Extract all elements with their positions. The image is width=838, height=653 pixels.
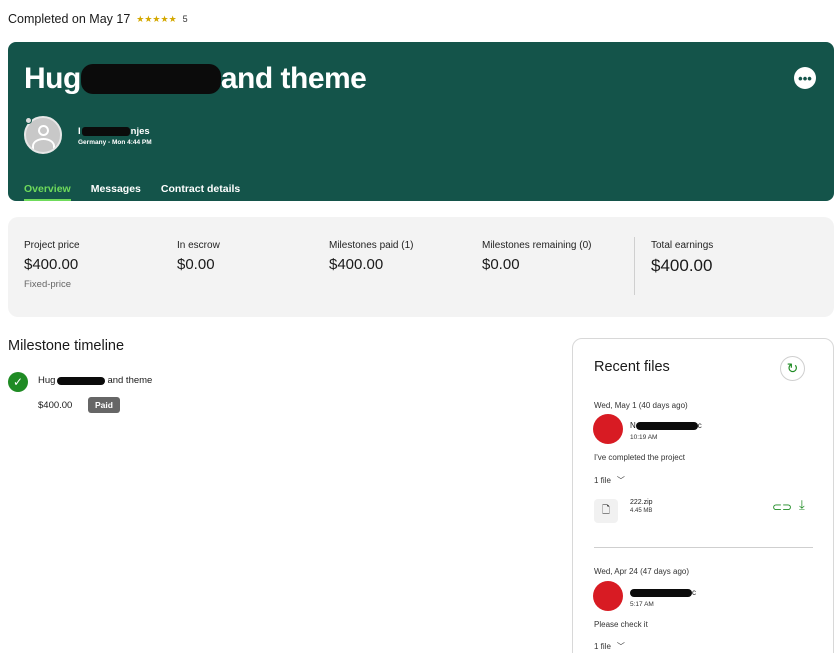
stat-value: $400.00 [651, 256, 713, 275]
file-entry-date: Wed, May 1 (40 days ago) [594, 401, 688, 410]
recent-files-panel: Recent files ↻ Wed, May 1 (40 days ago) … [572, 338, 834, 653]
file-count-toggle[interactable]: 1 file ﹀ [594, 475, 625, 486]
sender-name-suffix: c [692, 588, 696, 597]
sender-avatar [593, 414, 623, 444]
sender-name-suffix: c [697, 421, 702, 430]
file-size: 4.45 MB [630, 508, 653, 514]
client-name-prefix: I [78, 126, 81, 137]
stat-value: $400.00 [24, 256, 79, 273]
stat-total-earnings: Total earnings $400.00 [651, 240, 713, 276]
file-name[interactable]: 222.zip [630, 499, 653, 506]
stat-value: $400.00 [329, 256, 384, 273]
stat-value: $0.00 [177, 256, 215, 273]
stat-in-escrow: In escrow $0.00 [177, 240, 220, 273]
redacted-text [630, 588, 692, 597]
more-options-button[interactable]: ••• [794, 67, 816, 89]
milestone-name[interactable]: Hug and theme [38, 375, 152, 386]
stat-label: In escrow [177, 240, 220, 251]
contract-title-prefix: Hug [24, 62, 81, 95]
message-time: 5:17 AM [630, 601, 654, 608]
completion-status: Completed on May 17 ★★★★★ 5 [8, 12, 188, 26]
download-icon[interactable]: ⤓ [799, 497, 805, 513]
milestone-name-prefix: Hug [38, 375, 56, 386]
message-text: I've completed the project [594, 453, 685, 462]
ellipsis-icon: ••• [798, 70, 812, 86]
stat-subtext: Fixed-price [24, 279, 71, 290]
checkmark-icon: ✓ [8, 372, 28, 392]
sender-avatar [593, 581, 623, 611]
rating-value: 5 [182, 14, 188, 24]
contract-title-suffix: and theme [220, 62, 367, 95]
status-badge: Paid [88, 397, 120, 413]
file-entry-date: Wed, Apr 24 (47 days ago) [594, 567, 690, 576]
tab-overview[interactable]: Overview [24, 183, 71, 201]
contract-tabs: Overview Messages Contract details [24, 183, 240, 201]
milestone-name-suffix: and theme [107, 375, 153, 386]
redacted-text [57, 376, 106, 385]
stat-label: Milestones paid (1) [329, 240, 414, 251]
stat-divider [634, 237, 635, 295]
user-silhouette-head-icon [38, 125, 49, 136]
file-count-toggle[interactable]: 1 file ﹀ [594, 641, 625, 652]
contract-header: Hug and theme ••• I njes Germany - Mon 4… [8, 42, 834, 201]
presence-dot-icon [25, 117, 32, 124]
message-time: 10:19 AM [630, 434, 658, 441]
milestone-timeline-title: Milestone timeline [8, 338, 125, 354]
client-location-time: Germany - Mon 4:44 PM [78, 139, 152, 146]
client-name-suffix: njes [130, 126, 150, 137]
stat-milestones-paid: Milestones paid (1) $400.00 [329, 240, 413, 273]
client-name[interactable]: I njes [78, 126, 150, 137]
sender-name: c [630, 588, 696, 597]
stat-value: $0.00 [482, 256, 520, 273]
file-count-label: 1 file [594, 476, 611, 485]
file-count-label: 1 file [594, 642, 611, 651]
rating-stars-icon: ★★★★★ [136, 13, 177, 24]
tab-messages[interactable]: Messages [91, 183, 141, 201]
earnings-summary: Project price $400.00 Fixed-price In esc… [8, 217, 834, 317]
recent-files-title: Recent files [594, 359, 670, 375]
stat-label: Total earnings [651, 240, 714, 251]
entry-divider [594, 547, 813, 548]
sender-name-prefix: N [630, 421, 636, 430]
chevron-down-icon: ﹀ [616, 476, 625, 485]
stat-milestones-remaining: Milestones remaining (0) $0.00 [482, 240, 592, 273]
sender-name: N c [630, 421, 702, 430]
file-icon: 🗋 [594, 499, 618, 523]
message-text: Please check it [594, 620, 648, 629]
user-silhouette-body-icon [32, 138, 55, 152]
completion-text: Completed on May 17 [8, 12, 131, 26]
contract-title: Hug and theme [24, 62, 367, 96]
stat-label: Project price [24, 240, 80, 251]
chevron-down-icon: ﹀ [616, 642, 625, 651]
tab-contract-details[interactable]: Contract details [161, 183, 240, 201]
redacted-text [635, 421, 698, 430]
redacted-text [81, 127, 130, 136]
milestone-amount: $400.00 [38, 400, 73, 411]
copy-link-icon[interactable]: ⊂⊃ [772, 500, 792, 514]
refresh-button[interactable]: ↻ [780, 356, 805, 381]
stat-label: Milestones remaining (0) [482, 240, 592, 251]
redacted-text [80, 64, 221, 94]
refresh-icon: ↻ [786, 360, 799, 376]
stat-project-price: Project price $400.00 Fixed-price [24, 240, 80, 290]
